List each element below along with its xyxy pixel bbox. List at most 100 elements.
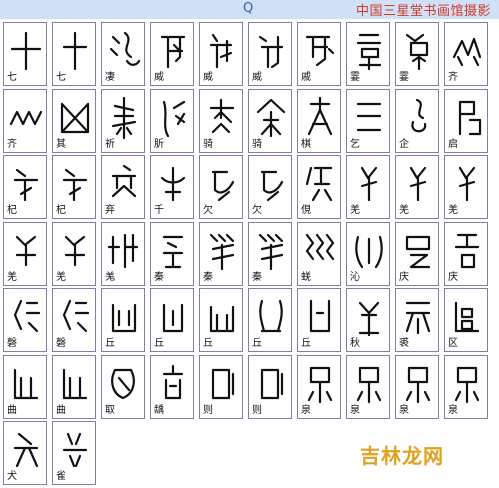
character-cell[interactable]: 泉 (297, 354, 341, 419)
character-cell[interactable]: 羌 (346, 155, 390, 219)
character-label: 骑 (252, 138, 262, 150)
character-cell[interactable]: 泉 (395, 354, 439, 419)
character-cell[interactable]: 取 (101, 354, 145, 419)
character-label: 磬 (7, 338, 17, 349)
character-cell[interactable]: 霎 (346, 22, 390, 86)
character-cell[interactable]: 威 (248, 22, 292, 86)
character-label: 杞 (7, 205, 17, 216)
ancient-glyph-image (162, 100, 186, 137)
character-cell[interactable]: 弃 (101, 155, 145, 219)
character-cell[interactable]: 秦 (248, 221, 292, 286)
character-cell[interactable]: 乞 (346, 88, 390, 153)
character-cell[interactable]: 杞 (3, 155, 47, 219)
ancient-glyph-image (111, 164, 137, 198)
character-label: 祈 (105, 138, 115, 150)
character-cell[interactable]: 磬 (3, 288, 47, 352)
ancient-glyph-image (356, 366, 382, 403)
character-cell[interactable]: 泉 (346, 354, 390, 419)
character-cell[interactable]: 丘 (297, 288, 341, 352)
ancient-glyph-image (62, 432, 88, 468)
character-cell[interactable]: 七 (52, 22, 96, 86)
character-label: 泉 (399, 404, 409, 416)
character-cell[interactable]: 犬 (3, 421, 47, 485)
character-cell[interactable]: 裘 (395, 288, 439, 352)
ancient-glyph-image (9, 110, 43, 125)
ancient-glyph-image (258, 35, 284, 69)
ancient-glyph-image (64, 235, 86, 266)
character-cell[interactable]: 庆 (444, 221, 488, 286)
character-cell[interactable]: 杞 (52, 155, 96, 219)
character-label: 齐 (7, 138, 17, 150)
character-label: 威 (154, 72, 164, 83)
character-cell[interactable]: 则 (199, 354, 243, 419)
character-label: 丘 (154, 338, 164, 349)
character-cell[interactable]: 肵 (150, 88, 194, 153)
character-cell[interactable]: 则 (248, 354, 292, 419)
character-cell[interactable]: 戚 (297, 22, 341, 86)
character-cell[interactable]: 威 (199, 22, 243, 86)
character-cell[interactable]: 威 (150, 22, 194, 86)
ancient-glyph-image (111, 368, 135, 399)
character-cell[interactable]: 凄 (101, 22, 145, 86)
watermark-text: 吉林龙网 (360, 444, 444, 468)
character-cell[interactable]: 棋 (297, 88, 341, 153)
character-label: 秦 (203, 271, 213, 283)
ancient-glyph-image (405, 33, 429, 71)
character-cell[interactable]: 千 (150, 155, 194, 219)
character-cell[interactable]: 齐 (3, 88, 47, 153)
character-label: 泉 (350, 404, 360, 416)
character-cell[interactable]: 磬 (52, 288, 96, 352)
character-cell[interactable]: 羌 (444, 155, 488, 219)
character-cell[interactable]: 羌 (395, 155, 439, 219)
character-cell[interactable]: 骑 (248, 88, 292, 153)
character-label: 齐 (448, 72, 458, 83)
character-cell[interactable]: 七 (3, 22, 47, 86)
character-cell[interactable]: 蜣 (297, 221, 341, 286)
character-cell[interactable]: 泉 (444, 354, 488, 419)
ancient-glyph-image (162, 303, 184, 333)
ancient-glyph-image (405, 301, 431, 335)
ancient-glyph-image (358, 301, 380, 337)
character-cell[interactable]: 欠 (199, 155, 243, 219)
ancient-glyph-image (307, 366, 333, 403)
character-cell[interactable]: 秦 (199, 221, 243, 286)
character-cell[interactable]: 启 (444, 88, 488, 153)
character-cell[interactable]: 区 (444, 288, 488, 352)
character-cell[interactable]: 羗 (101, 221, 145, 286)
character-cell[interactable]: 沁 (346, 221, 390, 286)
character-label: 则 (203, 404, 213, 416)
character-cell[interactable]: 欠 (248, 155, 292, 219)
ancient-glyph-image (162, 364, 184, 399)
character-cell[interactable]: 丘 (101, 288, 145, 352)
character-cell[interactable]: 其 (52, 88, 96, 153)
character-cell[interactable]: 丘 (199, 288, 243, 352)
character-cell[interactable]: 霎 (395, 22, 439, 86)
character-cell[interactable]: 俔 (297, 155, 341, 219)
character-cell[interactable]: 祈 (101, 88, 145, 153)
ancient-glyph-image (13, 168, 39, 202)
character-cell[interactable]: 庆 (395, 221, 439, 286)
ancient-glyph-image (260, 368, 284, 399)
character-cell[interactable]: 丘 (150, 288, 194, 352)
ancient-glyph-image (209, 233, 235, 270)
character-cell[interactable]: 丘 (248, 288, 292, 352)
character-cell[interactable]: 曲 (52, 354, 96, 419)
ancient-glyph-image (458, 100, 482, 135)
ancient-glyph-image (162, 235, 184, 268)
ancient-glyph-image (405, 235, 431, 268)
character-cell[interactable]: 雀 (52, 421, 96, 485)
character-cell[interactable]: 曲 (3, 354, 47, 419)
character-cell[interactable]: 骑 (199, 88, 243, 153)
character-cell[interactable]: 秋 (346, 288, 390, 352)
ancient-glyph-image (305, 35, 335, 67)
character-cell[interactable]: 齐 (444, 22, 488, 86)
character-cell[interactable]: 羌 (3, 221, 47, 286)
character-cell[interactable]: 秦 (150, 221, 194, 286)
search-letter[interactable]: Q (243, 1, 253, 16)
character-label: 区 (448, 338, 458, 349)
character-cell[interactable]: 企 (395, 88, 439, 153)
character-cell[interactable]: 龋 (150, 354, 194, 419)
ancient-glyph-image (458, 166, 476, 202)
character-cell[interactable]: 羌 (52, 221, 96, 286)
ancient-glyph-image (259, 299, 283, 333)
